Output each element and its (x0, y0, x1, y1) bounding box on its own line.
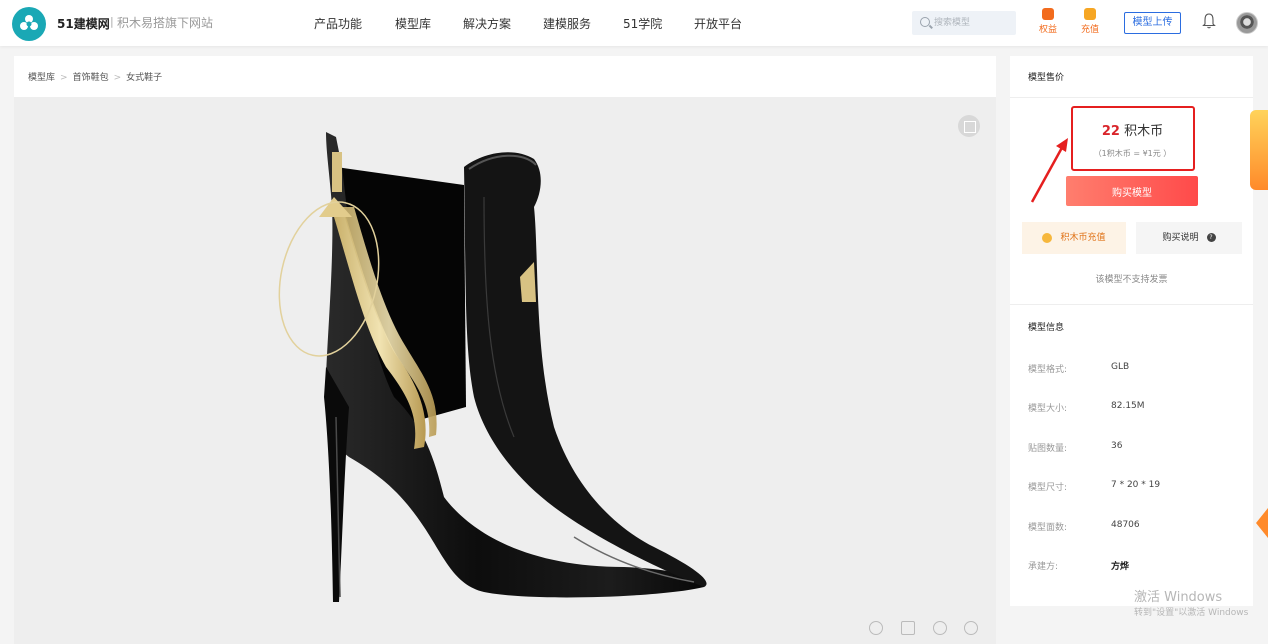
coin-icon (1042, 232, 1053, 243)
brand-separator: | (110, 15, 114, 28)
breadcrumb-separator-icon: > (60, 73, 68, 83)
price-amount: 22 (1101, 124, 1120, 139)
info-value-texture-count: 36 (1111, 441, 1123, 451)
promo-star-icon[interactable] (1256, 508, 1268, 538)
info-value-format: GLB (1111, 362, 1130, 372)
nav-item-academy[interactable]: 51学院 (623, 15, 662, 32)
coin-top-icon (1084, 8, 1096, 20)
info-value-size: 82.15M (1111, 401, 1145, 411)
recharge-top-button[interactable]: 充值 (1077, 8, 1103, 40)
qr-code-button[interactable] (958, 115, 980, 137)
invoice-note: 该模型不支持发票 (1095, 275, 1168, 285)
activation-watermark-title: 激活 Windows (1134, 590, 1223, 605)
logo-icon (20, 15, 38, 30)
info-label-format: 模型格式: (1028, 365, 1068, 375)
boot-model-render[interactable] (14, 97, 996, 644)
nav-item-model-library[interactable]: 模型库 (395, 15, 431, 32)
top-navbar: 51建模网 | 积木易搭旗下网站 产品功能 模型库 解决方案 建模服务 51学院… (0, 0, 1268, 46)
info-label-builder: 承建方: (1028, 562, 1059, 572)
user-avatar[interactable] (1236, 12, 1258, 34)
model-viewer-panel: 模型库 > 首饰鞋包 > 女式鞋子 (14, 56, 996, 644)
price-line: 22 积木币 (1073, 120, 1192, 139)
purchase-panel: 模型售价 22 积木币 （1积木币 = ¥1元 ） 购买模型 积木币充值 购买说… (1010, 56, 1253, 606)
info-label-dimensions: 模型尺寸: (1028, 483, 1068, 493)
nav-item-features[interactable]: 产品功能 (314, 15, 362, 32)
reset-view-icon[interactable] (933, 621, 947, 635)
history-icon[interactable] (869, 621, 883, 635)
search-input[interactable] (934, 11, 1014, 35)
model-upload-button[interactable]: 模型上传 (1124, 12, 1181, 34)
breadcrumb-item-library[interactable]: 模型库 (28, 73, 55, 83)
benefits-button[interactable]: 权益 (1035, 8, 1061, 40)
divider (1010, 97, 1253, 98)
info-label-face-count: 模型面数: (1028, 523, 1068, 533)
nav-item-modeling-service[interactable]: 建模服务 (543, 15, 591, 32)
promo-badge-icon[interactable] (1250, 110, 1268, 190)
benefits-label: 权益 (1038, 25, 1057, 35)
price-unit: 积木币 (1124, 124, 1164, 139)
breadcrumb-separator-icon: > (113, 73, 122, 83)
activation-watermark-hint: 转到"设置"以激活 Windows (1134, 608, 1249, 618)
info-label-size: 模型大小: (1028, 404, 1068, 414)
recharge-top-label: 充值 (1080, 25, 1099, 35)
breadcrumb: 模型库 > 首饰鞋包 > 女式鞋子 (28, 70, 162, 83)
brand-name[interactable]: 51建模网 (57, 15, 110, 32)
info-label-texture-count: 贴图数量: (1028, 444, 1068, 454)
price-heading: 模型售价 (1028, 73, 1065, 83)
info-value-face-count: 48706 (1111, 520, 1140, 530)
brand-subtitle: 积木易搭旗下网站 (117, 16, 214, 30)
texture-icon[interactable] (901, 621, 915, 635)
gift-icon (1042, 8, 1054, 20)
nav-item-open-platform[interactable]: 开放平台 (694, 15, 742, 32)
fullscreen-icon[interactable] (964, 621, 978, 635)
purchase-guide-button[interactable]: 购买说明? (1136, 222, 1242, 254)
purchase-guide-label: 购买说明 (1162, 233, 1199, 243)
search-icon (920, 17, 930, 27)
info-value-dimensions: 7 * 20 * 19 (1111, 480, 1161, 490)
info-value-builder[interactable]: 方烨 (1111, 559, 1129, 572)
price-box: 22 积木币 （1积木币 = ¥1元 ） (1071, 106, 1195, 171)
coin-recharge-button[interactable]: 积木币充值 (1022, 222, 1126, 254)
3d-viewer[interactable] (14, 97, 996, 644)
site-logo[interactable] (12, 7, 46, 41)
coin-recharge-label: 积木币充值 (1060, 233, 1106, 243)
nav-item-solutions[interactable]: 解决方案 (463, 15, 511, 32)
help-icon: ? (1206, 233, 1216, 242)
search-box (912, 11, 1016, 35)
buy-model-button[interactable]: 购买模型 (1066, 176, 1198, 206)
breadcrumb-item-category[interactable]: 首饰鞋包 (73, 73, 109, 83)
divider (1010, 304, 1253, 305)
bell-icon[interactable] (1202, 13, 1216, 29)
price-rate: （1积木币 = ¥1元 ） (1093, 149, 1172, 158)
breadcrumb-item-subcategory: 女式鞋子 (126, 73, 163, 83)
info-heading: 模型信息 (1028, 323, 1065, 333)
